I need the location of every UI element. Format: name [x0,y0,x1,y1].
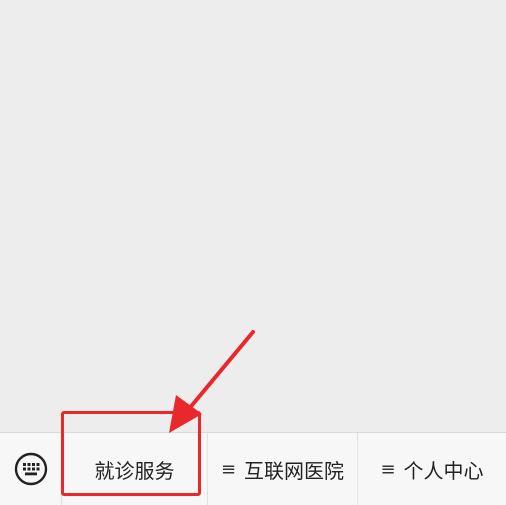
menu-item-internet-hospital[interactable]: ≡ 互联网医院 [208,433,358,505]
menu-item-personal-center[interactable]: ≡ 个人中心 [358,433,506,505]
keyboard-icon [14,452,47,486]
menu-item-label: 就诊服务 [94,458,175,483]
menu-item-label: 个人中心 [403,458,484,483]
submenu-list-icon: ≡ [380,458,396,480]
submenu-list-icon: ≡ [220,458,237,480]
menu-item-label: 互联网医院 [244,458,345,483]
keyboard-toggle-button[interactable] [0,433,62,505]
chat-content-area [0,0,506,432]
bottom-menu-bar: 就诊服务 ≡ 互联网医院 ≡ 个人中心 [0,432,506,505]
menu-item-visit-services[interactable]: 就诊服务 [62,433,208,505]
